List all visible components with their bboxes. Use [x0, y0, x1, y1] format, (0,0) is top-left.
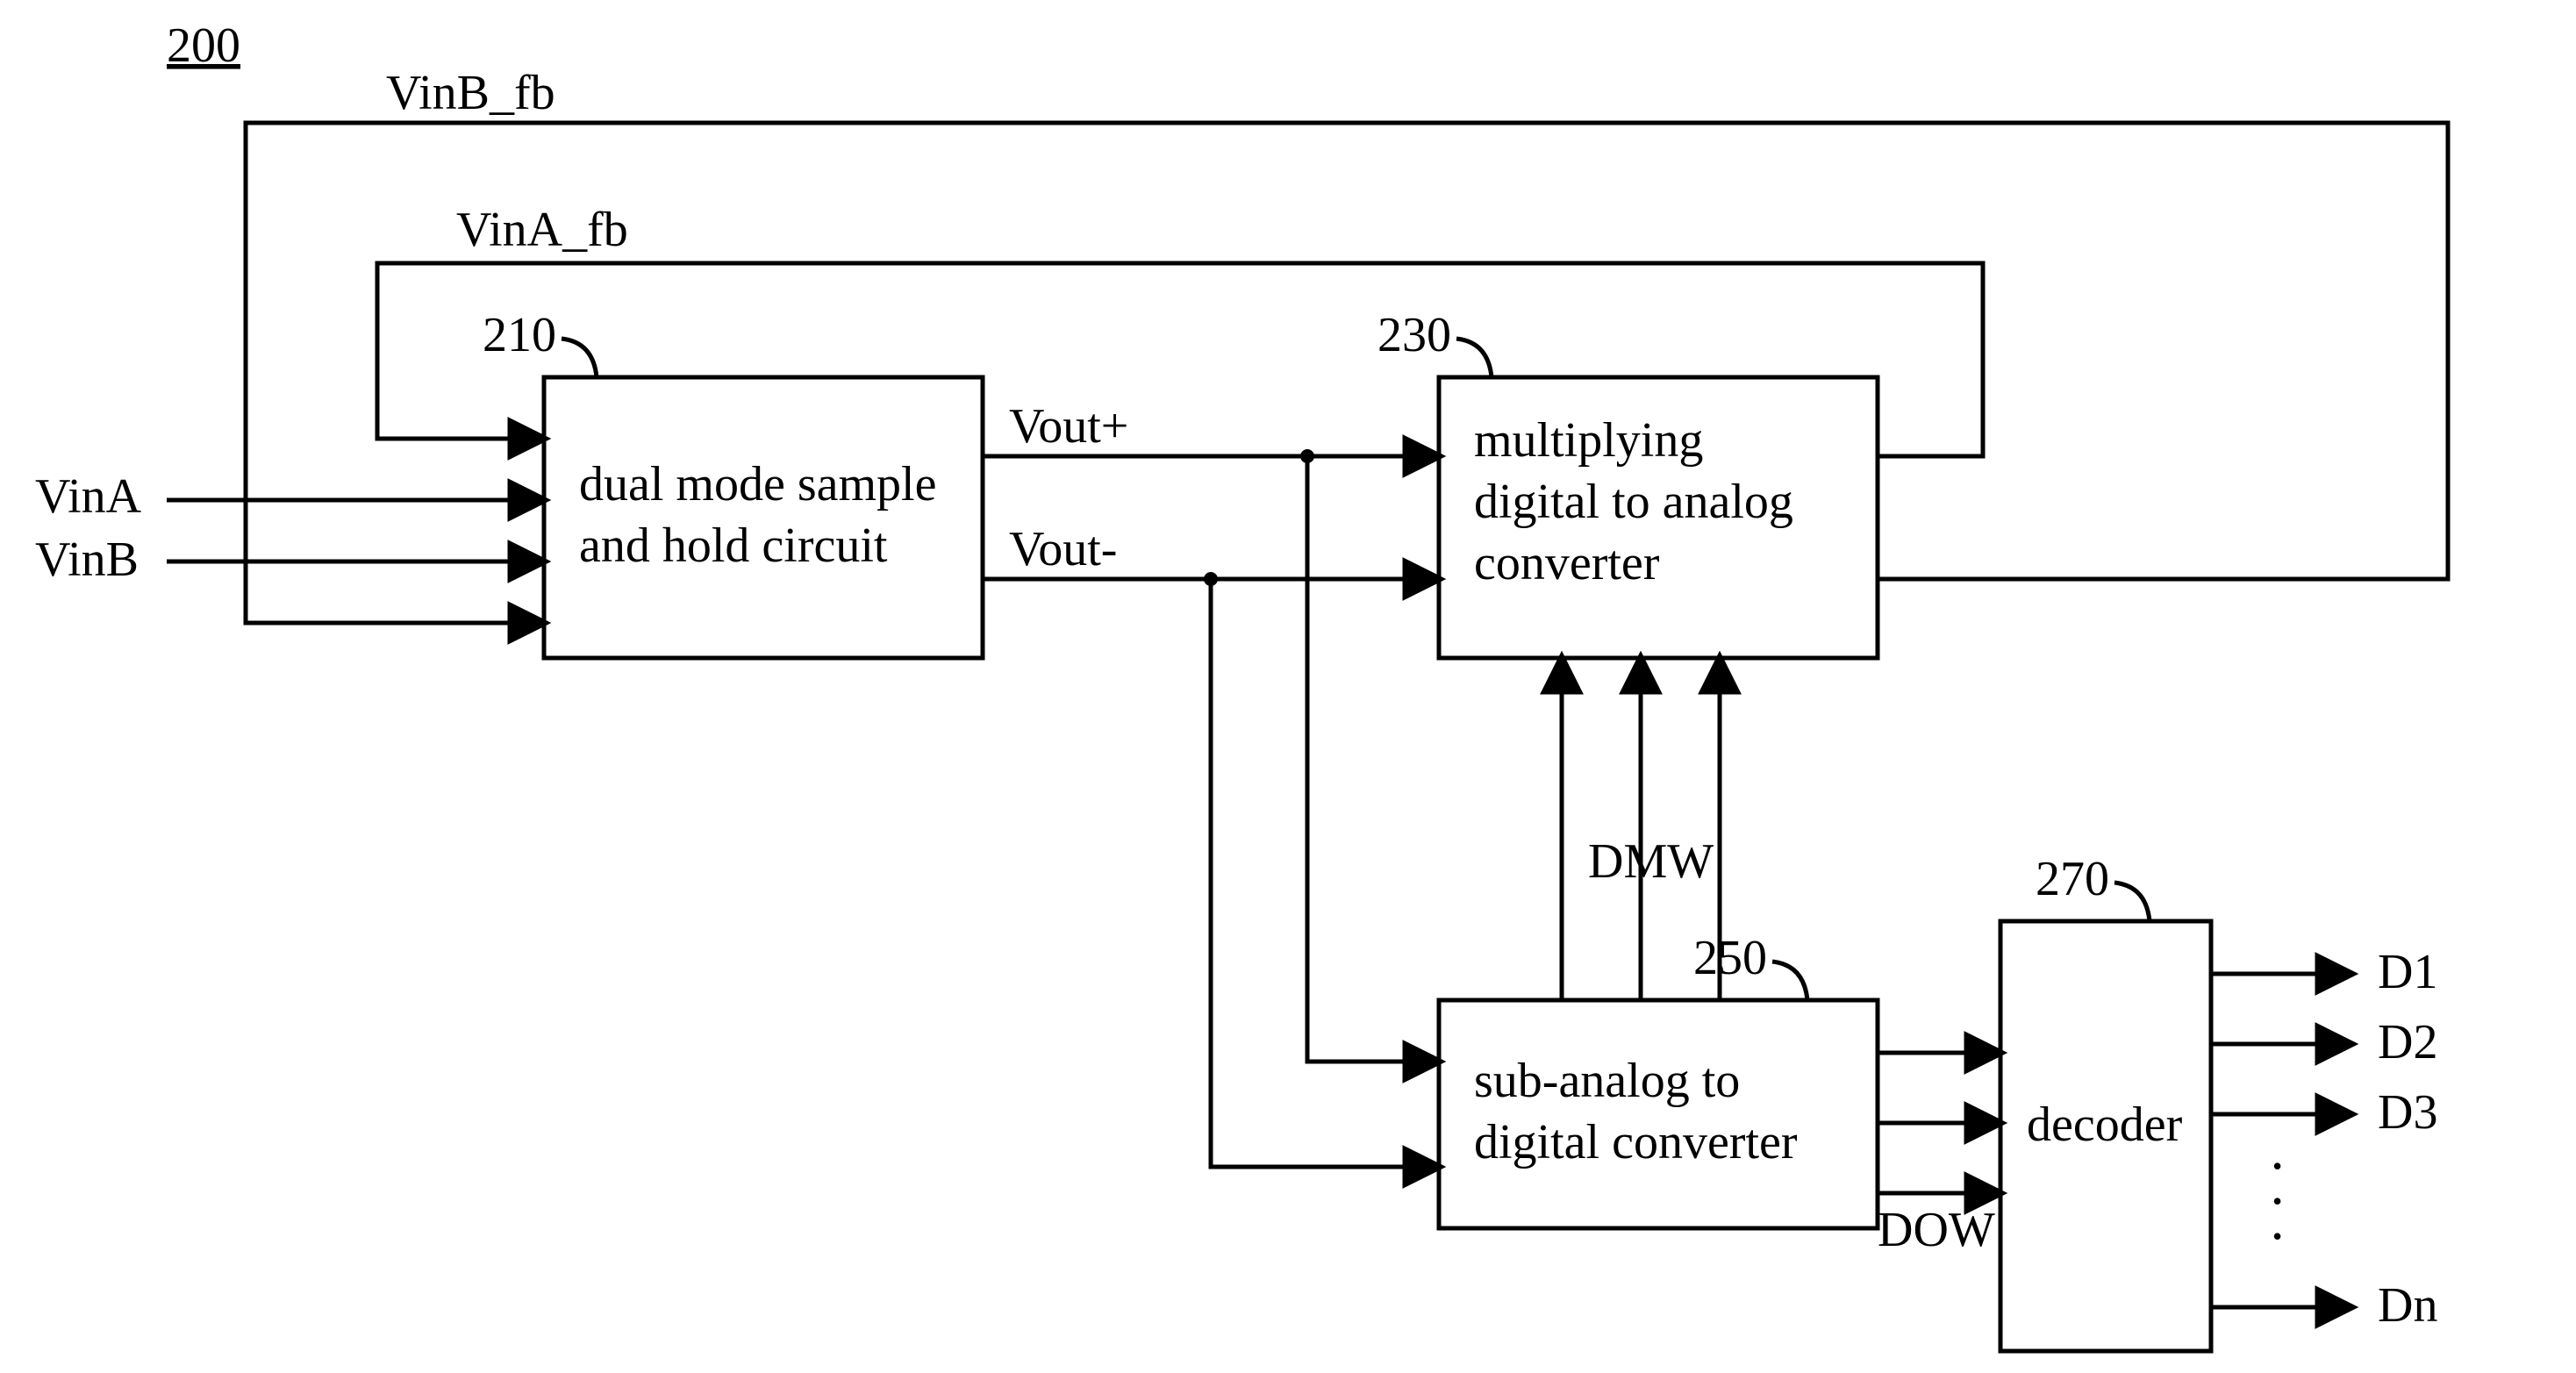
- dn-label: Dn: [2378, 1278, 2437, 1333]
- vina-label: VinA: [35, 469, 142, 524]
- block-250-line2: digital converter: [1474, 1115, 1798, 1169]
- block-250: sub-analog to digital converter 250: [1439, 931, 1878, 1228]
- block-270-ref: 270: [2036, 852, 2109, 906]
- block-diagram: 200 dual mode sample and hold circuit 21…: [0, 0, 2576, 1372]
- dmw-label: DMW: [1588, 834, 1714, 889]
- block-210-line1: dual mode sample: [579, 457, 936, 511]
- input-vina: VinA: [35, 469, 544, 524]
- dow-label: DOW: [1878, 1203, 1995, 1257]
- block-270: decoder 270: [2000, 852, 2211, 1351]
- ellipsis-icon: •: [2272, 1220, 2282, 1252]
- wire-voutminus: Vout-: [983, 522, 1439, 586]
- block-210-line2: and hold circuit: [579, 518, 888, 573]
- d1-label: D1: [2378, 945, 2437, 999]
- figure-ref: 200: [167, 18, 240, 73]
- wire-voutminus-to-250: [1211, 579, 1439, 1167]
- d2-label: D2: [2378, 1015, 2437, 1069]
- vinb-fb-label: VinB_fb: [386, 66, 555, 120]
- block-250-line1: sub-analog to: [1474, 1054, 1740, 1108]
- wire-voutplus: Vout+: [983, 399, 1439, 463]
- vinb-label: VinB: [35, 533, 139, 587]
- block-230-line2: digital to analog: [1474, 475, 1793, 529]
- wire-voutplus-to-250: [1307, 456, 1439, 1062]
- block-230-ref: 230: [1377, 308, 1451, 362]
- wires-dow: DOW: [1878, 1053, 2000, 1257]
- ellipsis-icon: •: [2272, 1150, 2282, 1182]
- block-230: multiplying digital to analog converter …: [1377, 308, 1878, 658]
- d3-label: D3: [2378, 1085, 2437, 1140]
- vina-fb-label: VinA_fb: [456, 203, 628, 257]
- block-250-ref: 250: [1693, 931, 1767, 985]
- voutminus-label: Vout-: [1009, 522, 1117, 576]
- voutplus-label: Vout+: [1009, 399, 1128, 454]
- block-230-line1: multiplying: [1474, 413, 1703, 468]
- input-vinb: VinB: [35, 533, 544, 587]
- ellipsis-icon: •: [2272, 1185, 2282, 1217]
- decoder-outputs: D1 D2 D3 • • • Dn: [2211, 945, 2437, 1333]
- block-270-text: decoder: [2027, 1098, 2183, 1152]
- block-230-line3: converter: [1474, 536, 1660, 590]
- block-210: dual mode sample and hold circuit 210: [483, 308, 983, 658]
- block-210-ref: 210: [483, 308, 556, 362]
